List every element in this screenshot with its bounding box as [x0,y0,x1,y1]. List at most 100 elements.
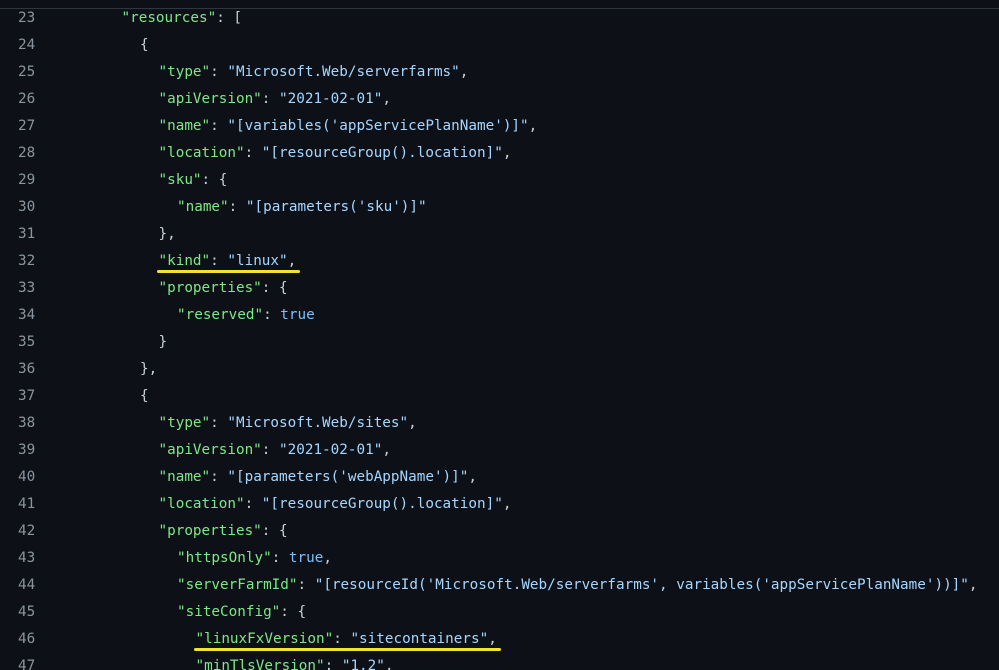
code-line[interactable]: 24 { [0,32,999,59]
code-lines[interactable]: 23 "resources": [ 24 {25 "type": "Microsoft.… [0,5,999,670]
code-line[interactable]: 47 "minTlsVersion": "1.2", [0,653,999,670]
code-line[interactable]: 43 "httpsOnly": true, [0,545,999,572]
code-line[interactable]: 36}, [0,356,999,383]
code-line[interactable]: 37 { [0,383,999,410]
token-key: "minTlsVersion" [195,658,325,670]
highlight-underline [156,270,301,273]
code-line[interactable]: 33 "properties": { [0,275,999,302]
token-string: "linux" [227,253,288,269]
code-line[interactable]: 45 "siteConfig": { [0,599,999,626]
code-line[interactable]: 34 "reserved": true [0,302,999,329]
code-text: "location": "[resourceGroup().location]"… [159,491,512,518]
token-string: "Microsoft.Web/serverfarms" [227,64,460,80]
token-key: "properties" [158,523,262,539]
code-line[interactable]: 39 "apiVersion": "2021-02-01", [0,437,999,464]
token-punctuation: { [140,37,149,53]
token-string: "[parameters('webAppName')]" [227,469,469,485]
line-number: 30 [18,199,36,215]
line-number: 44 [18,577,36,593]
line-number: 27 [18,118,36,134]
token-key: "kind" [158,253,211,269]
token-key: "reserved" [177,307,264,323]
token-string: "Microsoft.Web/sites" [227,415,409,431]
token-key: "resources" [121,10,217,26]
code-text: "type": "Microsoft.Web/serverfarms", [159,59,469,86]
token-punctuation: : { [261,523,288,539]
code-text: { [140,383,149,410]
line-number: 40 [18,469,36,485]
token-punctuation: }, [158,226,176,242]
line-number: 32 [18,253,36,269]
line-number: 39 [18,442,36,458]
code-text: "reserved": true [177,302,315,329]
code-text: "siteConfig": { [177,599,306,626]
code-text: "apiVersion": "2021-02-01", [159,437,391,464]
code-line[interactable]: 28 "location": "[resourceGroup().location… [0,140,999,167]
token-punctuation: , [459,64,469,80]
token-key: "siteConfig" [177,604,281,620]
line-number: 25 [18,64,36,80]
line-number: 45 [18,604,36,620]
token-punctuation: : [ [216,10,243,26]
code-line[interactable]: 35} [0,329,999,356]
token-string: "[resourceGroup().location]" [261,145,503,161]
token-string: "2021-02-01" [279,442,383,458]
token-punctuation: , [488,631,497,647]
code-editor[interactable]: 23 "resources": [ 24 {25 "type": "Microsoft.… [0,0,999,670]
code-line[interactable]: 32 "kind": "linux", [0,248,999,275]
token-punctuation: , [502,496,512,512]
code-line[interactable]: 23 "resources": [ [0,5,999,32]
code-line[interactable]: 41 "location": "[resourceGroup().location… [0,491,999,518]
code-line[interactable]: 38 "type": "Microsoft.Web/sites", [0,410,999,437]
line-number: 29 [18,172,36,188]
token-punctuation: , [968,577,978,593]
token-punctuation: : [210,469,228,485]
code-text: }, [159,221,176,248]
token-punctuation: , [382,91,391,107]
token-punctuation: : { [280,604,307,620]
token-punctuation: : [261,91,280,107]
token-key: "name" [158,469,211,485]
token-key: "properties" [158,280,262,296]
code-line[interactable]: 30 "name": "[parameters('sku')]" [0,194,999,221]
code-text: "apiVersion": "2021-02-01", [159,86,391,113]
line-number: 46 [18,631,36,647]
code-text: "properties": { [159,275,288,302]
line-number: 33 [18,280,36,296]
code-text: "location": "[resourceGroup().location]"… [159,140,512,167]
code-line[interactable]: 26 "apiVersion": "2021-02-01", [0,86,999,113]
code-text: "properties": { [159,518,288,545]
code-line[interactable]: 46 "linuxFxVersion": "sitecontainers", [0,626,999,653]
token-keyword: true [280,307,315,323]
code-line[interactable]: 27 "name": "[variables('appServicePlanNam… [0,113,999,140]
line-number: 38 [18,415,36,431]
token-punctuation: : [261,442,280,458]
code-line[interactable]: 40 "name": "[parameters('webAppName')]", [0,464,999,491]
line-number: 35 [18,334,36,350]
token-punctuation: , [384,658,394,670]
line-number: 24 [18,37,36,53]
token-punctuation: : [228,199,246,215]
token-punctuation: , [287,253,297,269]
token-key: "location" [158,145,245,161]
line-number: 31 [18,226,36,242]
token-key: "httpsOnly" [177,550,272,566]
token-string: "[variables('appServicePlanName')]" [227,118,529,134]
token-punctuation: : [263,307,281,323]
code-text: "name": "[variables('appServicePlanName'… [159,113,538,140]
code-line[interactable]: 25 "type": "Microsoft.Web/serverfarms", [0,59,999,86]
token-punctuation: , [382,442,391,458]
line-number: 47 [18,658,36,670]
token-punctuation: : [210,64,228,80]
code-line[interactable]: 31}, [0,221,999,248]
code-text: "type": "Microsoft.Web/sites", [159,410,417,437]
code-line[interactable]: 29 "sku": { [0,167,999,194]
token-punctuation: : [244,496,262,512]
line-number: 42 [18,523,36,539]
line-number: 28 [18,145,36,161]
line-number: 23 [18,10,36,26]
token-punctuation: : { [201,172,228,188]
code-line[interactable]: 44 "serverFarmId": "[resourceId('Microsof… [0,572,999,599]
code-line[interactable]: 42 "properties": { [0,518,999,545]
token-string: "1.2" [341,658,385,670]
